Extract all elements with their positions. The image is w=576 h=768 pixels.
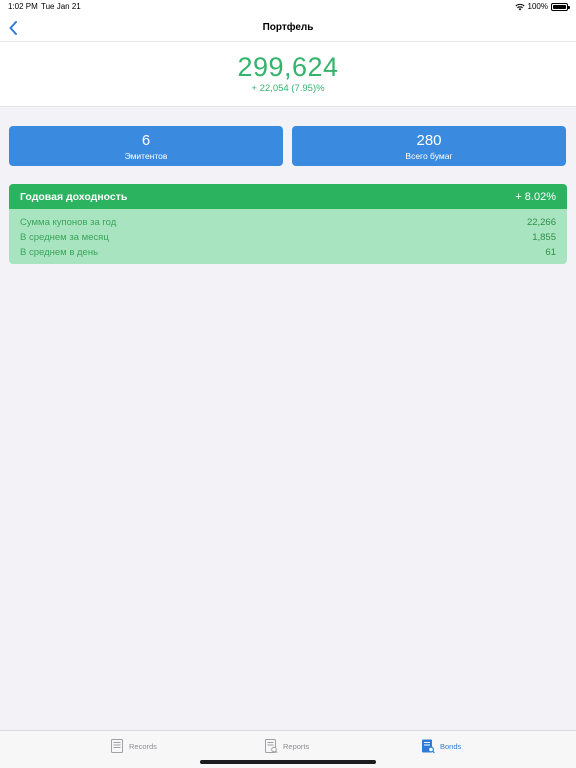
portfolio-total: 299,624	[237, 52, 339, 82]
tab-label: Reports	[283, 741, 310, 751]
issuers-label: Эмитентов	[124, 151, 168, 161]
securities-card[interactable]: 280 Всего бумаг	[292, 126, 566, 166]
yield-row-value: 22,266	[526, 217, 556, 228]
tab-bonds[interactable]: Bonds	[421, 731, 461, 761]
status-right: 100%	[514, 0, 570, 14]
wifi-icon	[514, 3, 525, 11]
annual-yield-card: Годовая доходность + 8.02% Сумма купонов…	[9, 184, 567, 264]
yield-row-label: В среднем в день	[20, 247, 99, 258]
yield-row-coupons-year: Сумма купонов за год 22,266	[9, 215, 567, 230]
issuers-card[interactable]: 6 Эмитентов	[9, 126, 283, 166]
status-bar: 1:02 PM Tue Jan 21 100%	[0, 0, 576, 14]
records-icon	[111, 739, 123, 753]
page-title: Портфель	[262, 22, 314, 33]
yield-row-value: 1,855	[532, 232, 556, 243]
tab-label: Bonds	[440, 741, 462, 751]
securities-count: 280	[416, 132, 442, 149]
status-date: Tue Jan 21	[41, 2, 81, 11]
yield-row-label: В среднем за месяц	[20, 232, 109, 243]
tab-records[interactable]: Records	[110, 731, 157, 761]
issuers-count: 6	[141, 132, 151, 149]
bonds-icon	[422, 739, 435, 754]
battery-icon	[551, 3, 570, 11]
yield-title: Годовая доходность	[20, 190, 128, 203]
home-indicator	[200, 760, 376, 764]
navigation-bar: Портфель	[0, 14, 576, 42]
portfolio-summary: 299,624 + 22,054 (7.95)%	[0, 42, 576, 107]
status-time: 1:02 PM	[8, 2, 38, 11]
yield-value: + 8.02%	[515, 190, 556, 203]
yield-row-label: Сумма купонов за год	[20, 217, 117, 228]
yield-row-value: 61	[545, 247, 556, 258]
yield-header: Годовая доходность + 8.02%	[9, 184, 567, 209]
battery-percent: 100%	[527, 2, 548, 11]
yield-row-avg-day: В среднем в день 61	[9, 245, 567, 260]
yield-rows: Сумма купонов за год 22,266 В среднем за…	[9, 209, 567, 260]
yield-row-avg-month: В среднем за месяц 1,855	[9, 230, 567, 245]
tab-label: Records	[129, 741, 157, 751]
reports-icon	[265, 739, 278, 754]
portfolio-change: + 22,054 (7.95)%	[251, 83, 325, 94]
tab-reports[interactable]: Reports	[264, 731, 309, 761]
securities-label: Всего бумаг	[405, 151, 453, 161]
